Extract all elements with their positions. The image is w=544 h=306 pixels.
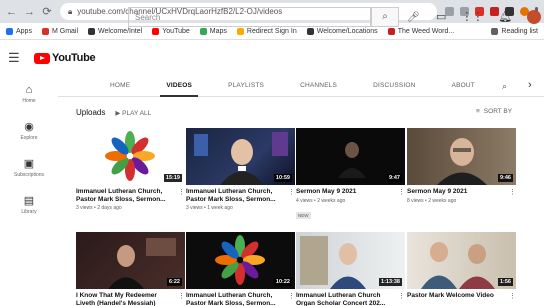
video-thumbnail[interactable]: 6:22 — [76, 232, 185, 289]
reload-icon[interactable]: ⟳ — [42, 5, 52, 18]
video-duration: 1:56 — [497, 278, 513, 286]
sort-icon: ≡ — [476, 108, 480, 115]
video-duration: 9:46 — [497, 174, 513, 182]
video-card[interactable]: 15:19 Immanuel Lutheran Church, Pastor M… — [76, 128, 185, 211]
guide-item-explore[interactable]: ◉ Explore — [0, 112, 58, 149]
tab-discussion[interactable]: DISCUSSION — [355, 75, 433, 97]
explore-icon: ◉ — [24, 121, 34, 133]
video-card[interactable]: 10:22 Immanuel Lutheran Church, Pastor M… — [186, 232, 295, 306]
video-thumbnail[interactable]: 1:13:38 — [296, 232, 405, 289]
video-meta: 8 views • 2 weeks ago — [407, 197, 457, 204]
video-thumbnail[interactable]: 15:19 — [76, 128, 185, 185]
video-card[interactable]: 9:47 Sermon May 9 2021 4 views • 2 weeks… — [296, 128, 405, 222]
tab-channels[interactable]: CHANNELS — [282, 75, 355, 97]
video-thumbnail[interactable]: 1:56 — [407, 232, 516, 289]
more-options-icon[interactable]: ⋮ — [509, 188, 516, 196]
video-title[interactable]: Sermon May 9 2021 — [296, 188, 405, 196]
search-button[interactable]: ⌕ — [371, 7, 399, 27]
more-options-icon[interactable]: ⋮ — [288, 188, 295, 196]
bookmark-apps[interactable]: Apps — [6, 27, 32, 35]
video-card[interactable]: 6:22 I Know That My Redeemer Liveth (Han… — [76, 232, 185, 306]
video-title[interactable]: Immanuel Lutheran Church, Pastor Mark Sl… — [186, 188, 295, 203]
video-duration: 10:59 — [273, 174, 292, 182]
search-input[interactable]: Search — [128, 7, 371, 27]
more-options-icon[interactable]: ⋮ — [509, 292, 516, 300]
tab-videos[interactable]: VIDEOS — [148, 75, 210, 97]
youtube-logo[interactable]: YouTube — [34, 52, 96, 64]
back-icon[interactable]: ← — [6, 6, 17, 18]
guide-item-library[interactable]: ▤ Library — [0, 186, 58, 223]
video-card[interactable]: 1:13:38 Immanuel Lutheran Church Organ S… — [296, 232, 405, 306]
video-duration: 9:47 — [386, 174, 402, 182]
video-card[interactable]: 1:56 Pastor Mark Welcome Video ⋮ — [407, 232, 516, 300]
bookmark-maps[interactable]: Maps — [199, 27, 227, 35]
video-meta: 4 views • 2 weeks ago — [296, 197, 346, 204]
video-title[interactable]: Immanuel Lutheran Church Organ Scholar C… — [296, 292, 405, 306]
more-options-icon[interactable]: ⋮ — [178, 292, 185, 300]
video-meta: 3 views • 1 week ago — [186, 205, 233, 211]
sort-by-button[interactable]: ≡ SORT BY — [476, 108, 512, 115]
video-title[interactable]: Immanuel Lutheran Church, Pastor Mark Sl… — [186, 292, 295, 306]
guide-item-subscriptions[interactable]: ▣ Subscriptions — [0, 149, 58, 186]
video-duration: 10:22 — [273, 278, 292, 286]
subscriptions-icon: ▣ — [23, 158, 35, 170]
video-thumbnail[interactable]: 9:46 — [407, 128, 516, 185]
bookmark-gmail[interactable]: M Gmail — [41, 27, 78, 35]
bookmark-item[interactable]: Redirect Sign In — [236, 27, 297, 35]
uploads-header: Uploads ▶︎ PLAY ALL — [76, 108, 151, 117]
video-meta: 3 views • 2 days ago — [76, 205, 122, 211]
lock-icon: 🔒︎ — [68, 6, 73, 16]
video-card[interactable]: 10:59 Immanuel Lutheran Church, Pastor M… — [186, 128, 295, 211]
search-icon: ⌕ — [382, 11, 388, 22]
reading-list[interactable]: Reading list — [491, 27, 538, 35]
create-video-icon[interactable]: ▭ — [436, 10, 446, 24]
channel-search-icon[interactable]: ⌕ — [502, 81, 507, 92]
play-all-button[interactable]: ▶︎ PLAY ALL — [115, 109, 151, 117]
youtube-masthead: ☰ YouTube — [0, 41, 544, 75]
more-options-icon[interactable]: ⋮ — [398, 188, 405, 196]
video-title[interactable]: Sermon May 9 2021 — [407, 188, 516, 196]
microphone-icon[interactable]: 🎤︎ — [407, 12, 420, 23]
channel-tabs: HOME VIDEOS PLAYLISTS CHANNELS DISCUSSIO… — [58, 75, 544, 97]
tab-home[interactable]: HOME — [92, 75, 148, 97]
video-thumbnail[interactable]: 10:59 — [186, 128, 295, 185]
video-duration: 1:13:38 — [379, 278, 402, 286]
bookmark-item[interactable]: Welcome/Locations — [306, 27, 378, 35]
hamburger-menu-icon[interactable]: ☰ — [8, 50, 28, 66]
avatar[interactable] — [527, 10, 542, 24]
mini-guide: ⌂ Home ◉ Explore ▣ Subscriptions ▤ Libra… — [0, 75, 58, 306]
new-badge: NEW — [296, 211, 311, 219]
header-actions: ▭ ⋮⋮ 🔔︎ — [436, 10, 542, 24]
tab-about[interactable]: ABOUT — [434, 75, 493, 97]
video-duration: 15:19 — [163, 174, 182, 182]
apps-grid-icon[interactable]: ⋮⋮ — [461, 10, 483, 24]
uploads-label: Uploads — [76, 108, 106, 117]
more-options-icon[interactable]: ⋮ — [178, 188, 185, 196]
bookmark-item[interactable]: Welcome/Intel — [88, 27, 142, 35]
notifications-bell-icon[interactable]: 🔔︎ — [498, 10, 512, 24]
more-options-icon[interactable]: ⋮ — [398, 292, 405, 300]
video-duration: 6:22 — [166, 278, 182, 286]
bookmark-item[interactable]: The Weed Word... — [387, 27, 454, 35]
tab-playlists[interactable]: PLAYLISTS — [210, 75, 282, 97]
video-title[interactable]: Immanuel Lutheran Church, Pastor Mark Sl… — [76, 188, 185, 203]
video-title[interactable]: I Know That My Redeemer Liveth (Handel's… — [76, 292, 185, 306]
youtube-play-icon — [34, 52, 50, 64]
more-options-icon[interactable]: ⋮ — [288, 292, 295, 300]
home-icon: ⌂ — [25, 83, 33, 96]
video-card[interactable]: 9:46 Sermon May 9 2021 8 views • 2 weeks… — [407, 128, 516, 204]
bookmark-youtube[interactable]: YouTube — [152, 27, 190, 35]
chevron-right-icon[interactable]: › — [528, 79, 532, 91]
video-thumbnail[interactable]: 10:22 — [186, 232, 295, 289]
forward-icon[interactable]: → — [24, 6, 35, 18]
video-title[interactable]: Pastor Mark Welcome Video — [407, 292, 516, 300]
library-icon: ▤ — [23, 195, 35, 207]
video-thumbnail[interactable]: 9:47 — [296, 128, 405, 185]
guide-item-home[interactable]: ⌂ Home — [0, 75, 58, 112]
